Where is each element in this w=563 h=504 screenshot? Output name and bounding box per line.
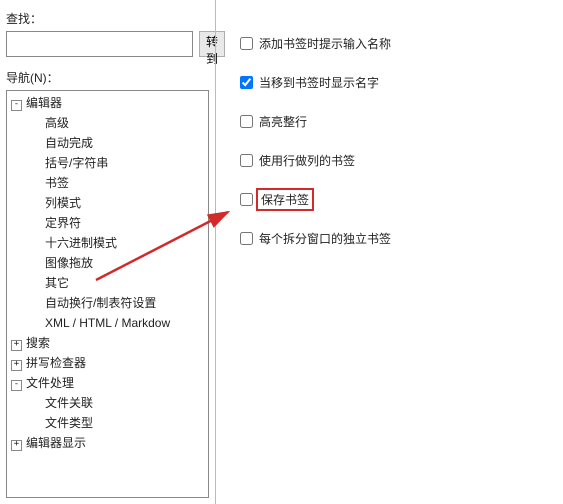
tree-item[interactable]: 十六进制模式 [7,233,208,253]
expand-icon[interactable] [11,360,22,371]
tree-item[interactable]: 编辑器显示 [7,433,208,453]
opt-prompt-name-label: 添加书签时提示输入名称 [259,35,391,52]
opt-split-label: 每个拆分窗口的独立书签 [259,230,391,247]
options-pane: 添加书签时提示输入名称当移到书签时显示名字高亮整行使用行做列的书签保存书签每个拆… [215,0,563,504]
option-row: 使用行做列的书签 [240,152,539,169]
option-row: 保存书签 [240,191,539,208]
option-row: 每个拆分窗口的独立书签 [240,230,539,247]
tree-item[interactable]: 定界符 [7,213,208,233]
option-row: 添加书签时提示输入名称 [240,35,539,52]
opt-save-label: 保存书签 [259,191,311,208]
tree-item[interactable]: 搜索 [7,333,208,353]
tree-item[interactable]: 其它 [7,273,208,293]
tree-item[interactable]: 列模式 [7,193,208,213]
tree-item-label: 定界符 [45,216,81,230]
opt-show-name-checkbox[interactable] [240,76,253,89]
nav-label: 导航(N)： [6,69,209,86]
tree-item-label: 编辑器 [26,96,62,110]
tree-item-label: XML / HTML / Markdow [45,316,170,330]
tree-item-label: 图像拖放 [45,256,93,270]
tree-item-label: 其它 [45,276,69,290]
opt-line-as-col-label: 使用行做列的书签 [259,152,355,169]
opt-prompt-name-checkbox[interactable] [240,37,253,50]
tree-item-label: 列模式 [45,196,81,210]
tree-item[interactable]: 书签 [7,173,208,193]
tree-item-label: 拼写检查器 [26,356,86,370]
collapse-icon[interactable] [11,380,22,391]
search-input[interactable] [6,31,193,57]
option-row: 高亮整行 [240,113,539,130]
tree-item[interactable]: 文件类型 [7,413,208,433]
tree-item-label: 书签 [45,176,69,190]
expand-icon[interactable] [11,340,22,351]
opt-show-name-label: 当移到书签时显示名字 [259,74,379,91]
tree-item[interactable]: 文件关联 [7,393,208,413]
tree-item[interactable]: 括号/字符串 [7,153,208,173]
tree-item[interactable]: 编辑器 [7,93,208,113]
tree-item-label: 十六进制模式 [45,236,117,250]
tree-item-label: 括号/字符串 [45,156,108,170]
opt-highlight-line-checkbox[interactable] [240,115,253,128]
opt-highlight-line-label: 高亮整行 [259,113,307,130]
tree-item-label: 自动完成 [45,136,93,150]
tree-item-label: 文件类型 [45,416,93,430]
nav-tree[interactable]: 编辑器高级自动完成括号/字符串书签列模式定界符十六进制模式图像拖放其它自动换行/… [6,90,209,498]
expand-icon[interactable] [11,440,22,451]
tree-item[interactable]: 高级 [7,113,208,133]
opt-save-checkbox[interactable] [240,193,253,206]
tree-item-label: 编辑器显示 [26,436,86,450]
tree-item-label: 文件处理 [26,376,74,390]
tree-item-label: 自动换行/制表符设置 [45,296,156,310]
opt-split-checkbox[interactable] [240,232,253,245]
opt-line-as-col-checkbox[interactable] [240,154,253,167]
tree-item[interactable]: XML / HTML / Markdow [7,313,208,333]
tree-item-label: 高级 [45,116,69,130]
tree-item[interactable]: 自动换行/制表符设置 [7,293,208,313]
tree-item[interactable]: 自动完成 [7,133,208,153]
tree-item[interactable]: 文件处理 [7,373,208,393]
tree-item[interactable]: 拼写检查器 [7,353,208,373]
tree-item-label: 文件关联 [45,396,93,410]
find-label: 查找： [6,10,209,27]
tree-item[interactable]: 图像拖放 [7,253,208,273]
tree-item-label: 搜索 [26,336,50,350]
option-row: 当移到书签时显示名字 [240,74,539,91]
collapse-icon[interactable] [11,100,22,111]
